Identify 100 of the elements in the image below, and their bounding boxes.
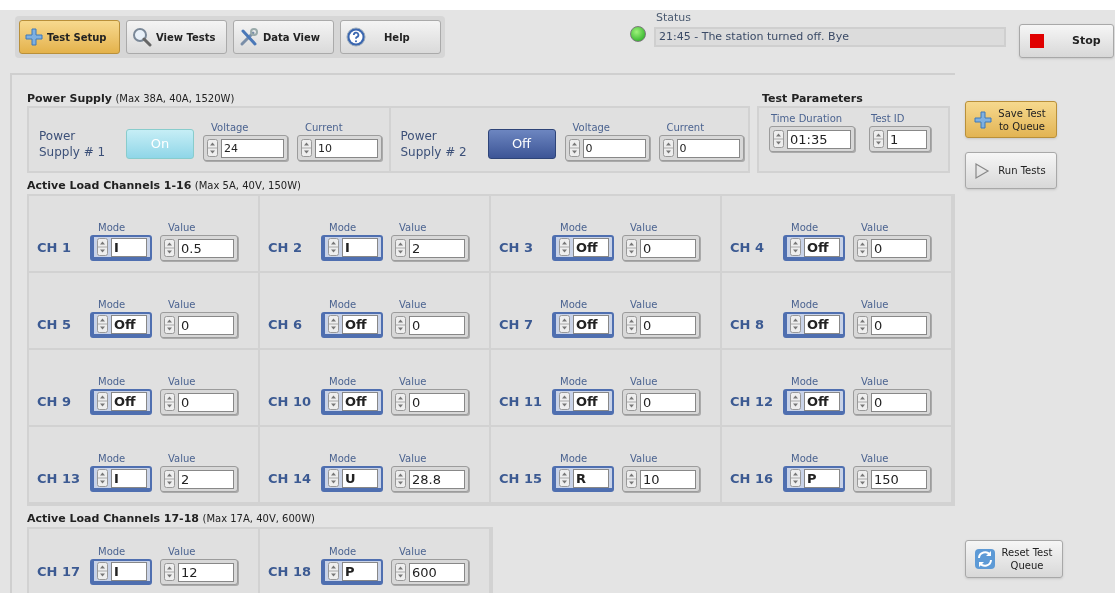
- toolbar-tab[interactable]: Test Setup: [19, 20, 120, 54]
- field-label: Test ID: [871, 112, 906, 126]
- value-field[interactable]: 0: [160, 312, 238, 338]
- value-field[interactable]: 12: [160, 559, 238, 585]
- field-label: Value: [168, 298, 197, 312]
- channel-name: CH 6: [268, 315, 303, 334]
- channel-name: CH 7: [499, 315, 534, 334]
- value-field[interactable]: 10: [622, 466, 700, 492]
- field-label: Mode: [329, 375, 358, 389]
- parameter-field[interactable]: 01:35: [769, 126, 855, 152]
- mode-field[interactable]: P: [321, 559, 383, 585]
- mode-field[interactable]: I: [90, 559, 152, 585]
- spinner-icon: [97, 562, 108, 580]
- value-field[interactable]: 0: [622, 312, 700, 338]
- mode-field[interactable]: Off: [783, 312, 845, 338]
- field-label: Mode: [560, 298, 589, 312]
- value-field[interactable]: 0: [391, 389, 469, 415]
- search-icon: [132, 27, 152, 47]
- field-label: Value: [399, 545, 428, 559]
- field-label: Value: [168, 221, 197, 235]
- mode-field[interactable]: I: [90, 466, 152, 492]
- value-field[interactable]: 0: [391, 312, 469, 338]
- spinner-icon: [328, 315, 339, 333]
- supply-name: Power Supply # 2: [400, 128, 468, 160]
- mode-field[interactable]: Off: [552, 389, 614, 415]
- mode-field[interactable]: R: [552, 466, 614, 492]
- field-label: Value: [861, 452, 890, 466]
- current-field[interactable]: 0: [658, 135, 744, 161]
- channel-name: CH 18: [268, 562, 313, 581]
- field-label: Time Duration: [771, 112, 844, 126]
- channel-name: CH 9: [37, 392, 72, 411]
- value-field[interactable]: 0: [853, 312, 931, 338]
- field-label: Value: [630, 298, 659, 312]
- toolbar-tab[interactable]: Data View: [233, 20, 334, 54]
- value-field[interactable]: 0.5: [160, 235, 238, 261]
- channel-name: CH 11: [499, 392, 544, 411]
- channel-name: CH 3: [499, 238, 534, 257]
- field-label: Value: [399, 298, 428, 312]
- value-field[interactable]: 0: [160, 389, 238, 415]
- mode-field[interactable]: I: [321, 235, 383, 261]
- help-icon: [346, 27, 366, 47]
- value-field[interactable]: 600: [391, 559, 469, 585]
- field-label: Mode: [98, 375, 127, 389]
- value-field[interactable]: 2: [160, 466, 238, 492]
- mode-field[interactable]: Off: [552, 235, 614, 261]
- field-label: Mode: [560, 221, 589, 235]
- side-button[interactable]: Save Test to Queue: [965, 101, 1057, 138]
- field-label: Voltage: [211, 121, 250, 135]
- tools-icon: [239, 27, 259, 47]
- spinner-icon: [395, 316, 406, 334]
- field-label: Mode: [791, 221, 820, 235]
- spinner-icon: [328, 392, 339, 410]
- spinner-icon: [559, 469, 570, 487]
- parameter-field[interactable]: 1: [869, 126, 931, 152]
- mode-field[interactable]: Off: [321, 312, 383, 338]
- value-field[interactable]: 0: [853, 235, 931, 261]
- value-field[interactable]: 0: [622, 235, 700, 261]
- toolbar-tab[interactable]: View Tests: [126, 20, 227, 54]
- mode-field[interactable]: U: [321, 466, 383, 492]
- spinner-icon: [164, 316, 175, 334]
- spinner-icon: [328, 238, 339, 256]
- field-label: Mode: [560, 375, 589, 389]
- spinner-icon: [790, 315, 801, 333]
- section-title: Active Load Channels 17-18 (Max 17A, 40V, 600W): [27, 511, 316, 527]
- mode-field[interactable]: Off: [90, 389, 152, 415]
- field-label: Mode: [329, 221, 358, 235]
- field-label: Mode: [98, 298, 127, 312]
- mode-field[interactable]: Off: [321, 389, 383, 415]
- field-label: Mode: [329, 298, 358, 312]
- section-title: Active Load Channels 1-16 (Max 5A, 40V, 150W): [27, 178, 302, 194]
- mode-field[interactable]: Off: [552, 312, 614, 338]
- spinner-icon: [626, 393, 637, 411]
- spinner-icon: [164, 239, 175, 257]
- value-field[interactable]: 28.8: [391, 466, 469, 492]
- mode-field[interactable]: Off: [90, 312, 152, 338]
- value-field[interactable]: 0: [622, 389, 700, 415]
- current-field[interactable]: 10: [297, 135, 382, 161]
- reset-queue-button[interactable]: Reset Test Queue: [965, 540, 1063, 578]
- mode-field[interactable]: I: [90, 235, 152, 261]
- spinner-icon: [164, 563, 175, 581]
- mode-field[interactable]: Off: [783, 235, 845, 261]
- field-label: Value: [399, 375, 428, 389]
- value-field[interactable]: 2: [391, 235, 469, 261]
- spinner-icon: [857, 470, 868, 488]
- play-icon: [974, 161, 990, 180]
- field-label: Value: [168, 452, 197, 466]
- voltage-field[interactable]: 24: [203, 135, 288, 161]
- field-label: Mode: [329, 545, 358, 559]
- spinner-icon: [626, 239, 637, 257]
- channel-name: CH 5: [37, 315, 72, 334]
- side-button[interactable]: Run Tests: [965, 152, 1057, 189]
- value-field[interactable]: 0: [853, 389, 931, 415]
- toolbar-tab[interactable]: Help: [340, 20, 441, 54]
- value-field[interactable]: 150: [853, 466, 931, 492]
- spinner-icon: [773, 130, 784, 148]
- stop-button[interactable]: Stop: [1019, 24, 1114, 58]
- mode-field[interactable]: Off: [783, 389, 845, 415]
- voltage-field[interactable]: 0: [564, 135, 650, 161]
- mode-field[interactable]: P: [783, 466, 845, 492]
- power-toggle[interactable]: Off: [487, 129, 556, 159]
